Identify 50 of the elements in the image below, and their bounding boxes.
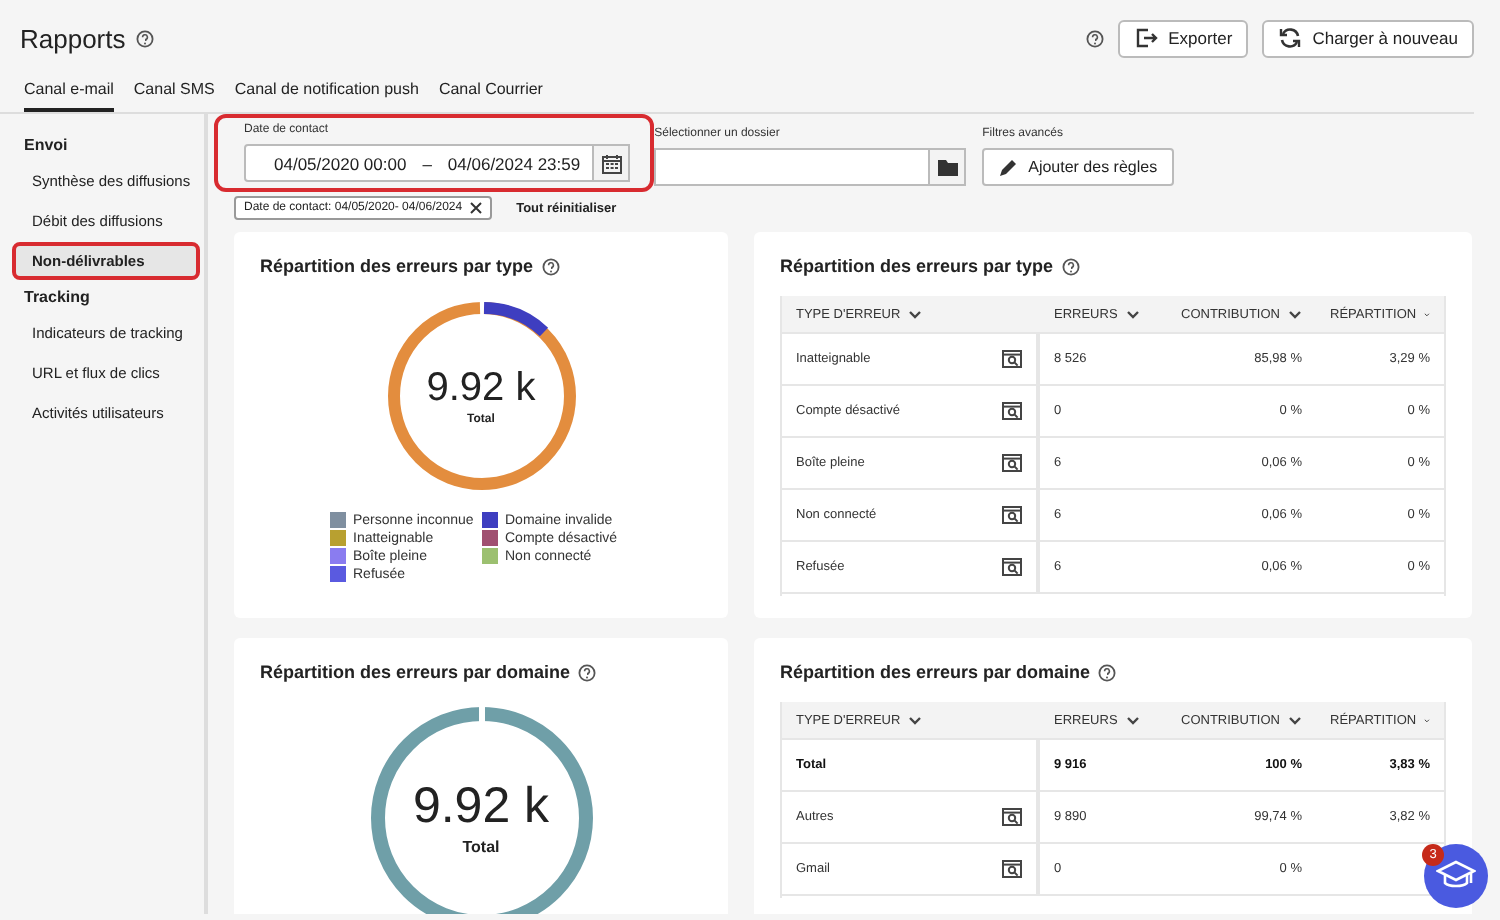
drill-down-icon (1002, 350, 1022, 368)
help-icon (578, 663, 597, 681)
drill-down-icon (1002, 860, 1022, 878)
reload-button[interactable]: Charger à nouveau (1262, 19, 1474, 57)
chevron-down-icon (1125, 715, 1140, 725)
panel-title: Répartition des erreurs par domaine (780, 662, 1091, 682)
total-value: 9.92 k (426, 367, 536, 407)
help-icon (1086, 29, 1105, 47)
calendar-button[interactable] (594, 144, 631, 182)
close-icon (470, 202, 483, 214)
help-icon (1098, 663, 1117, 681)
graduation-cap-icon (1436, 860, 1476, 892)
folder-button[interactable] (930, 148, 967, 186)
drill-down-icon (1002, 808, 1022, 826)
export-button[interactable]: Exporter (1118, 19, 1249, 57)
drill-down-icon (1002, 454, 1022, 472)
total-label: Total (462, 837, 500, 855)
date-end: 04/06/2024 23:59 (447, 153, 581, 173)
help-icon (541, 257, 560, 275)
date-separator: – (422, 153, 432, 173)
folder-icon (937, 158, 958, 176)
sidebar-heading: Tracking (22, 286, 92, 310)
calendar-icon (601, 153, 622, 173)
export-icon (1134, 26, 1159, 50)
panel-title: Répartition des erreurs par domaine (260, 662, 571, 682)
drill-down-icon (1002, 402, 1022, 420)
page-title: Rapports (20, 23, 126, 53)
add-rules-button[interactable]: Ajouter des règles (982, 148, 1174, 186)
date-start: 04/05/2020 00:00 (274, 153, 407, 173)
pencil-icon (998, 157, 1019, 177)
help-icon (135, 29, 154, 47)
tab[interactable]: Canal Courrier (438, 80, 543, 112)
sidebar-heading: Envoi (22, 134, 70, 158)
tab[interactable]: Canal SMS (133, 80, 215, 112)
chevron-down-icon (1288, 309, 1302, 319)
drill-down-icon (1002, 506, 1022, 524)
panel-title: Répartition des erreurs par type (780, 256, 1054, 276)
date-range-field[interactable]: 04/05/2020 00:00 – 04/06/2024 23:59 (244, 144, 595, 182)
chevron-down-icon (908, 309, 923, 319)
drill-down-icon (1002, 558, 1022, 576)
help-icon (1061, 257, 1080, 275)
folder-field[interactable] (654, 148, 931, 186)
chevron-down-icon (908, 715, 923, 725)
total-value: 9.92 k (412, 781, 550, 831)
tab[interactable]: Canal de notification push (234, 80, 419, 112)
chevron-down-icon (1288, 715, 1302, 725)
chevron-down-icon (1125, 309, 1140, 319)
tab[interactable]: Canal e-mail (24, 80, 114, 112)
refresh-icon (1278, 26, 1303, 50)
panel-title: Répartition des erreurs par type (260, 256, 534, 276)
